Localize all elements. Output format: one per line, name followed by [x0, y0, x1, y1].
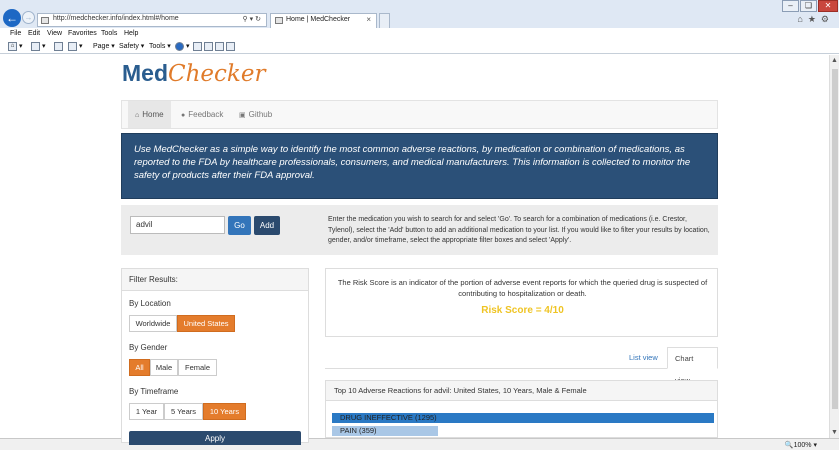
- timeframe-label: By Timeframe: [129, 387, 179, 396]
- nav-github[interactable]: ▣ Github: [232, 101, 279, 128]
- intro-text: Use MedChecker as a simple way to identi…: [134, 144, 691, 181]
- print-icon: [68, 41, 77, 51]
- location-united-states[interactable]: United States: [177, 315, 235, 332]
- minimize-button[interactable]: –: [782, 0, 799, 12]
- risk-description: The Risk Score is an indicator of the po…: [337, 278, 708, 298]
- maximize-button[interactable]: ❏: [800, 0, 817, 12]
- mail-cmd[interactable]: [54, 41, 65, 52]
- extension-icon: [215, 41, 224, 51]
- risk-score-panel: The Risk Score is an indicator of the po…: [325, 268, 718, 337]
- tab-list-view[interactable]: List view: [622, 347, 665, 369]
- comment-icon: ●: [181, 112, 186, 119]
- medchecker-logo[interactable]: MedChecker: [122, 60, 265, 87]
- menu-tools[interactable]: Tools: [101, 28, 117, 39]
- zoom-level[interactable]: 🔍100% ▾: [785, 441, 817, 449]
- browser-titlebar: ← → http://medchecker.info/index.html#/h…: [0, 0, 839, 28]
- menu-file[interactable]: File: [10, 28, 21, 39]
- forward-button[interactable]: →: [22, 11, 35, 24]
- scroll-down-icon[interactable]: ▼: [831, 429, 838, 436]
- apply-button[interactable]: Apply: [129, 431, 301, 445]
- help-icon: [175, 41, 184, 51]
- nav-feedback[interactable]: ● Feedback: [174, 101, 230, 128]
- reaction-bar[interactable]: DRUG INEFFECTIVE (1295): [332, 413, 714, 423]
- menu-favorites[interactable]: Favorites: [68, 28, 97, 39]
- risk-score-value: Risk Score = 4/10: [481, 305, 564, 316]
- timeframe-5-years[interactable]: 5 Years: [164, 403, 203, 420]
- intro-banner: Use MedChecker as a simple way to identi…: [121, 133, 718, 199]
- menu-view[interactable]: View: [47, 28, 62, 39]
- browser-tab[interactable]: Home | MedChecker ×: [270, 13, 377, 28]
- gender-all[interactable]: All: [129, 359, 150, 376]
- tools-menu[interactable]: Tools ▾: [149, 41, 171, 52]
- timeframe-1-year[interactable]: 1 Year: [129, 403, 164, 420]
- gender-male[interactable]: Male: [150, 359, 178, 376]
- tab-chart-view[interactable]: Chart view: [667, 347, 718, 385]
- feeds-icon: [31, 41, 40, 51]
- mail-icon: [54, 41, 63, 51]
- command-bar: ⌂ ▾ ▾ ▾ Page ▾ Safety ▾ Tools ▾ ▾: [0, 39, 839, 54]
- adverse-reactions-title: Top 10 Adverse Reactions for advil: Unit…: [326, 381, 717, 401]
- filter-title: Filter Results:: [122, 269, 308, 291]
- address-bar[interactable]: http://medchecker.info/index.html#/home …: [37, 13, 267, 27]
- extension-icon: [193, 41, 202, 51]
- search-instructions: Enter the medication you wish to search …: [328, 216, 710, 244]
- location-worldwide[interactable]: Worldwide: [129, 315, 177, 332]
- scroll-thumb[interactable]: [832, 69, 838, 409]
- go-button[interactable]: Go: [228, 216, 251, 235]
- adverse-reactions-panel: Top 10 Adverse Reactions for advil: Unit…: [325, 380, 718, 438]
- feeds-cmd[interactable]: ▾: [31, 41, 46, 52]
- tab-title: Home | MedChecker: [286, 16, 351, 23]
- view-tabs: List view Chart view: [325, 347, 718, 385]
- back-button[interactable]: ←: [3, 9, 21, 27]
- search-refresh-icons[interactable]: ⚲▾↻: [242, 15, 263, 23]
- extension-icon: [204, 41, 213, 51]
- scroll-up-icon[interactable]: ▲: [831, 57, 838, 64]
- menu-help[interactable]: Help: [124, 28, 138, 39]
- location-label: By Location: [129, 299, 171, 308]
- page-icon: [41, 17, 49, 24]
- home-icon: ⌂: [8, 41, 17, 51]
- extension-icon: [226, 41, 235, 51]
- github-icon: ▣: [239, 112, 246, 119]
- page-menu[interactable]: Page ▾: [93, 41, 115, 52]
- safety-menu[interactable]: Safety ▾: [119, 41, 144, 52]
- home-favorites-settings-icons[interactable]: ⌂★⚙: [797, 14, 834, 25]
- site-navbar: ⌂ Home ● Feedback ▣ Github: [121, 100, 718, 129]
- print-cmd[interactable]: ▾: [68, 41, 83, 52]
- gender-label: By Gender: [129, 343, 168, 352]
- gender-female[interactable]: Female: [178, 359, 217, 376]
- home-icon: ⌂: [135, 112, 140, 119]
- extension-icons[interactable]: [193, 41, 237, 52]
- new-tab-button[interactable]: [379, 13, 390, 28]
- help-cmd[interactable]: ▾: [175, 41, 190, 52]
- tab-close-button[interactable]: ×: [366, 15, 371, 24]
- add-button[interactable]: Add: [254, 216, 280, 235]
- medication-search-input[interactable]: advil: [130, 216, 225, 234]
- home-cmd[interactable]: ⌂ ▾: [8, 41, 23, 52]
- search-panel: advil Go Add Enter the medication you wi…: [121, 205, 718, 255]
- reaction-bar[interactable]: PAIN (359): [332, 426, 438, 436]
- timeframe-10-years[interactable]: 10 Years: [203, 403, 246, 420]
- filter-panel: Filter Results: By Location Worldwide Un…: [121, 268, 309, 445]
- menu-edit[interactable]: Edit: [28, 28, 40, 39]
- vertical-scrollbar[interactable]: ▲ ▼: [829, 55, 839, 438]
- address-url[interactable]: http://medchecker.info/index.html#/home: [53, 15, 179, 22]
- close-window-button[interactable]: ✕: [818, 0, 838, 12]
- menu-bar: File Edit View Favorites Tools Help: [0, 28, 839, 39]
- page-icon: [275, 17, 283, 24]
- nav-home[interactable]: ⌂ Home: [128, 101, 171, 128]
